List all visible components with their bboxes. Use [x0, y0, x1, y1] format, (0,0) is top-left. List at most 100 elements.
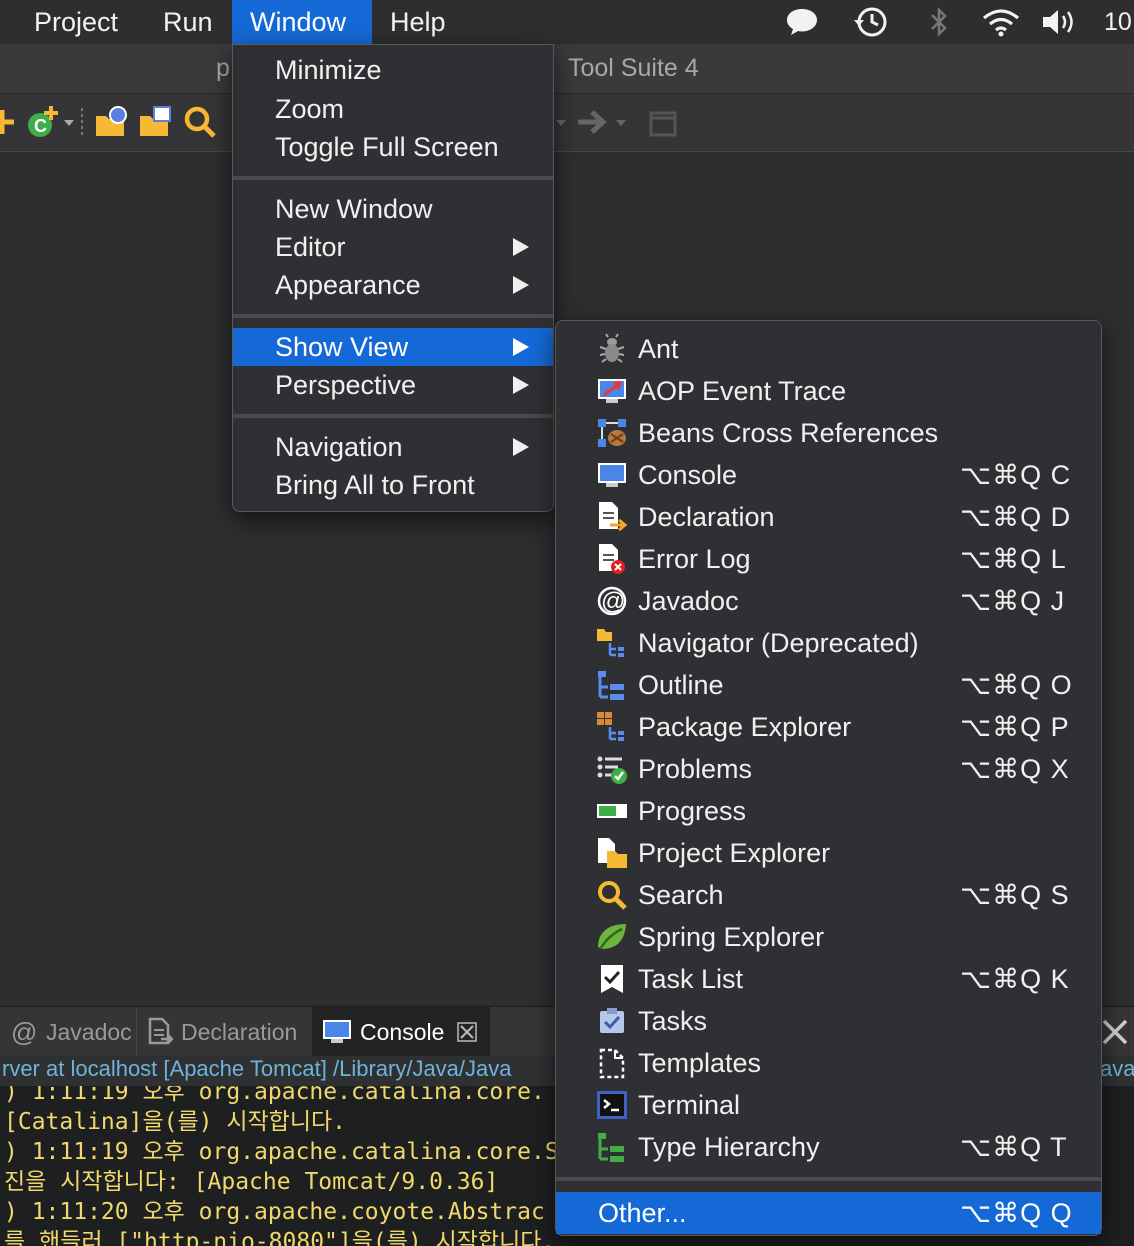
open-task-icon[interactable]	[138, 104, 174, 140]
close-icon[interactable]	[456, 1021, 478, 1043]
menu-item-bring-all-to-front[interactable]: Bring All to Front	[233, 466, 553, 504]
close-icon	[1098, 1015, 1132, 1049]
chevron-down-icon[interactable]	[62, 104, 76, 140]
declaration-icon	[596, 501, 628, 533]
menu-item-minimize[interactable]: Minimize	[233, 51, 553, 89]
console-line: 를 핸들러 ["http-nio-8080"]을(를) 시작합니다.	[4, 1229, 556, 1246]
view-item-project-explorer[interactable]: Project Explorer	[556, 832, 1101, 874]
view-item-package-explorer[interactable]: Package Explorer ⌥⌘Q P	[556, 706, 1101, 748]
wifi-icon[interactable]	[980, 6, 1022, 38]
menu-window[interactable]: Window	[232, 0, 372, 44]
bluetooth-icon[interactable]	[926, 6, 952, 38]
aop-event-trace-icon	[596, 375, 628, 407]
view-item-shortcut: ⌥⌘Q Q	[960, 1198, 1073, 1228]
view-item-declaration[interactable]: Declaration ⌥⌘Q D	[556, 496, 1101, 538]
menu-item-label: Appearance	[275, 270, 421, 300]
menu-item-toggle-full-screen[interactable]: Toggle Full Screen	[233, 128, 553, 166]
tab-label: Declaration	[181, 1018, 298, 1045]
view-item-other[interactable]: Other... ⌥⌘Q Q	[556, 1192, 1101, 1234]
navigator-icon	[596, 627, 628, 659]
view-item-task-list[interactable]: Task List ⌥⌘Q K	[556, 958, 1101, 1000]
menu-help[interactable]: Help	[372, 0, 464, 44]
console-process-name-tail: ava	[1100, 1056, 1134, 1081]
error-log-icon	[596, 543, 628, 575]
volume-icon[interactable]	[1040, 6, 1078, 38]
svg-text:@: @	[601, 588, 625, 615]
window-menu: Minimize Zoom Toggle Full Screen New Win…	[232, 44, 554, 512]
view-item-label: Type Hierarchy	[638, 1132, 820, 1162]
view-item-problems[interactable]: Problems ⌥⌘Q X	[556, 748, 1101, 790]
view-item-templates[interactable]: Templates	[556, 1042, 1101, 1084]
view-item-type-hierarchy[interactable]: Type Hierarchy ⌥⌘Q T	[556, 1126, 1101, 1168]
tab-declaration[interactable]: Declaration	[136, 1007, 310, 1057]
console-line: [Catalina]을(를) 시작합니다.	[4, 1109, 346, 1135]
menu-item-show-view[interactable]: Show View	[233, 328, 553, 366]
menu-run[interactable]: Run	[145, 0, 231, 44]
search-icon[interactable]	[182, 104, 218, 140]
view-item-outline[interactable]: Outline ⌥⌘Q O	[556, 664, 1101, 706]
view-item-tasks[interactable]: Tasks	[556, 1000, 1101, 1042]
menu-item-perspective[interactable]: Perspective	[233, 366, 553, 404]
console-line: ) 1:11:20 오후 org.apache.coyote.Abstrac	[4, 1199, 545, 1225]
view-item-console[interactable]: Console ⌥⌘Q C	[556, 454, 1101, 496]
menu-item-editor[interactable]: Editor	[233, 228, 553, 266]
view-item-navigator[interactable]: Navigator (Deprecated)	[556, 622, 1101, 664]
search-icon	[596, 879, 628, 911]
view-item-progress[interactable]: Progress	[556, 790, 1101, 832]
forward-arrow-icon[interactable]	[576, 104, 612, 140]
menu-item-appearance[interactable]: Appearance	[233, 266, 553, 304]
package-explorer-icon	[596, 711, 628, 743]
view-item-label: Package Explorer	[638, 712, 852, 742]
view-item-label: Task List	[638, 964, 744, 994]
chevron-down-icon[interactable]	[554, 104, 568, 140]
console-process-name: rver at localhost [Apache Tomcat] /Libra…	[2, 1056, 512, 1081]
pin-editor-icon[interactable]	[646, 104, 682, 140]
menu-item-zoom[interactable]: Zoom	[233, 90, 553, 128]
menu-separator	[233, 176, 553, 180]
declaration-icon	[147, 1017, 173, 1047]
tab-console[interactable]: Console	[312, 1007, 490, 1057]
view-item-label: Navigator (Deprecated)	[638, 628, 919, 658]
main-toolbar: C	[0, 94, 1134, 152]
view-item-terminal[interactable]: Terminal	[556, 1084, 1101, 1126]
open-type-icon[interactable]	[94, 104, 130, 140]
javadoc-icon: @	[10, 1018, 38, 1046]
view-item-label: Templates	[638, 1048, 762, 1078]
view-item-label: Error Log	[638, 544, 751, 574]
view-item-shortcut: ⌥⌘Q L	[960, 544, 1067, 574]
view-item-search[interactable]: Search ⌥⌘Q S	[556, 874, 1101, 916]
menubar: Project Run Window Help 10	[0, 0, 1134, 44]
submenu-arrow-icon	[513, 338, 529, 356]
menu-item-new-window[interactable]: New Window	[233, 190, 553, 228]
view-item-label: Javadoc	[638, 586, 739, 616]
spring-explorer-icon	[596, 921, 628, 953]
chevron-down-icon[interactable]	[614, 104, 628, 140]
new-class-icon[interactable]: C	[24, 104, 60, 140]
view-item-shortcut: ⌥⌘Q T	[960, 1132, 1068, 1162]
terminal-icon	[596, 1089, 628, 1121]
time-machine-icon[interactable]	[852, 6, 890, 38]
submenu-arrow-icon	[513, 376, 529, 394]
view-item-beans-cross-references[interactable]: Beans Cross References	[556, 412, 1101, 454]
view-item-ant[interactable]: Ant	[556, 328, 1101, 370]
close-view-button[interactable]	[1098, 1007, 1134, 1057]
javadoc-icon: @	[596, 585, 628, 617]
menu-item-label: Navigation	[275, 432, 403, 462]
view-item-aop-event-trace[interactable]: AOP Event Trace	[556, 370, 1101, 412]
view-item-label: Ant	[638, 334, 679, 364]
console-line: ) 1:11:19 오후 org.apache.catalina.core.S	[4, 1139, 559, 1165]
battery-percent[interactable]: 10	[1086, 0, 1134, 44]
message-icon[interactable]	[784, 6, 820, 38]
show-view-submenu: Ant AOP Event Trace Beans Cross Referenc…	[555, 320, 1102, 1236]
view-item-javadoc[interactable]: @ Javadoc ⌥⌘Q J	[556, 580, 1101, 622]
view-item-label: Search	[638, 880, 724, 910]
task-list-icon	[596, 963, 628, 995]
view-item-error-log[interactable]: Error Log ⌥⌘Q L	[556, 538, 1101, 580]
add-icon[interactable]	[0, 104, 24, 140]
menu-item-navigation[interactable]: Navigation	[233, 428, 553, 466]
submenu-arrow-icon	[513, 276, 529, 294]
menu-project[interactable]: Project	[16, 0, 136, 44]
view-item-shortcut: ⌥⌘Q C	[960, 460, 1072, 490]
tab-javadoc[interactable]: @ Javadoc	[0, 1007, 134, 1057]
view-item-spring-explorer[interactable]: Spring Explorer	[556, 916, 1101, 958]
